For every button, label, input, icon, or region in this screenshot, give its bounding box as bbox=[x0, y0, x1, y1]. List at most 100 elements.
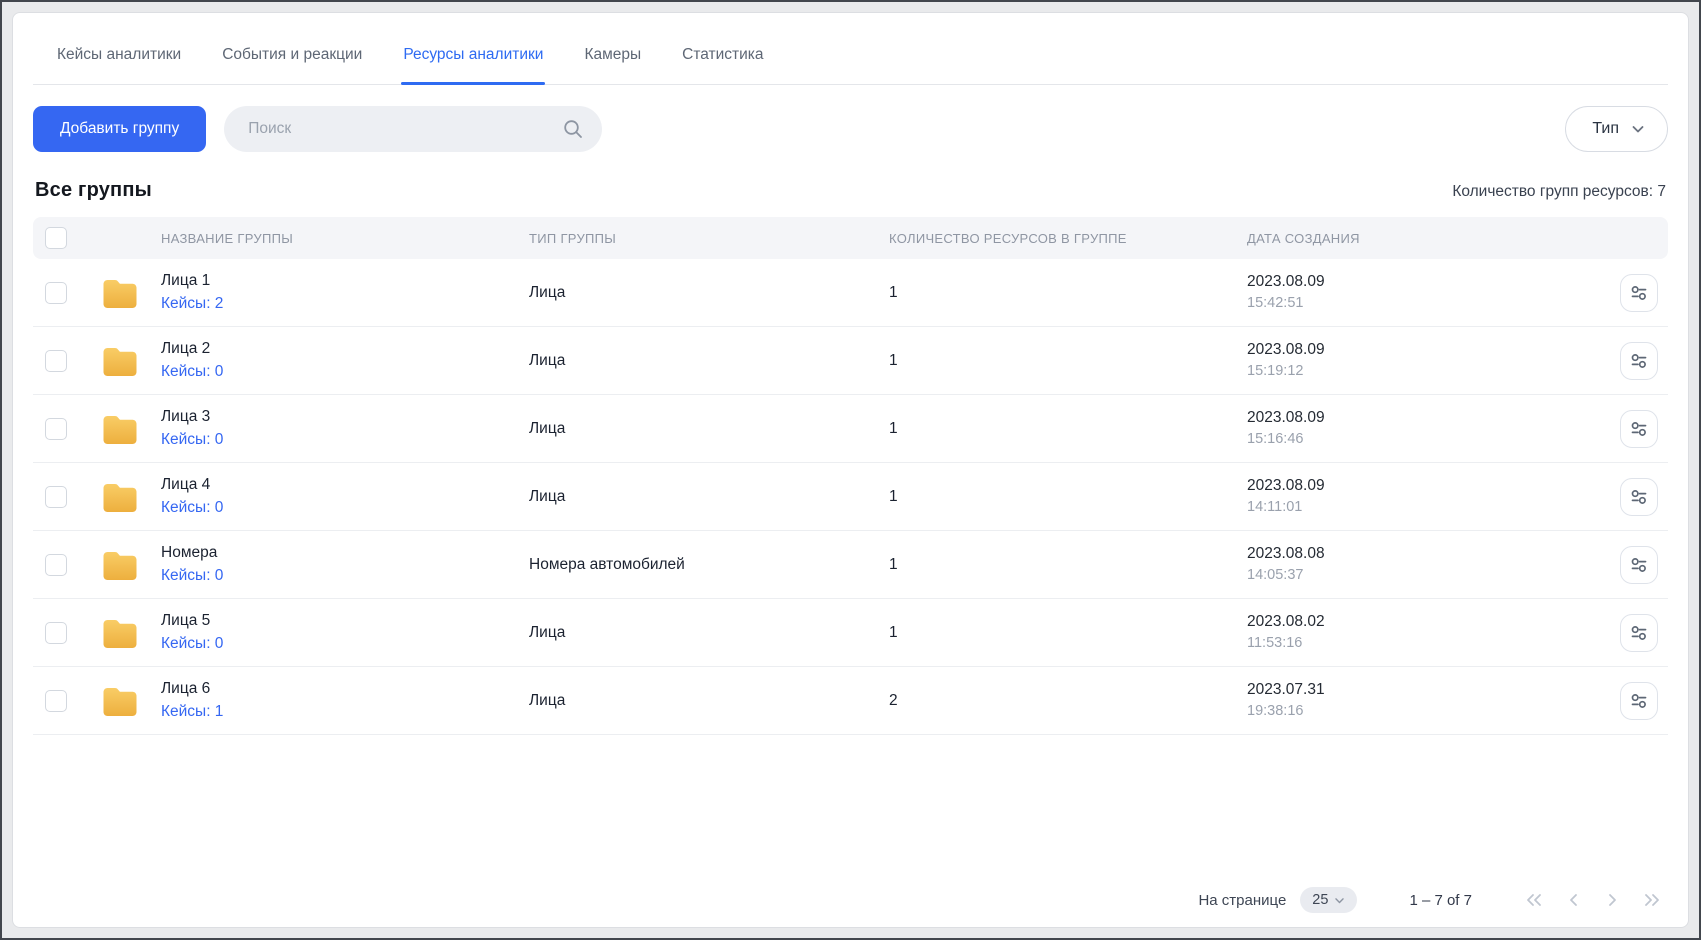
created-time: 14:05:37 bbox=[1247, 565, 1610, 586]
created-date: 2023.07.31 bbox=[1247, 679, 1610, 701]
row-settings-button[interactable] bbox=[1620, 342, 1658, 380]
created-time: 14:11:01 bbox=[1247, 497, 1610, 518]
type-filter-label: Тип bbox=[1592, 120, 1619, 138]
table-row: Лица 1 Кейсы: 2 Лица 1 2023.08.09 15:42:… bbox=[33, 259, 1668, 327]
per-page-value: 25 bbox=[1312, 892, 1328, 908]
group-name: Лица 3 bbox=[161, 406, 529, 428]
folder-icon bbox=[102, 278, 138, 308]
folder-icon bbox=[102, 618, 138, 648]
group-type: Лица bbox=[529, 692, 889, 710]
row-checkbox[interactable] bbox=[45, 622, 67, 644]
created-time: 15:16:46 bbox=[1247, 429, 1610, 450]
chevron-left-icon bbox=[1566, 892, 1582, 908]
tab-statistics[interactable]: Статистика bbox=[682, 27, 763, 84]
group-cases-link[interactable]: Кейсы: 0 bbox=[161, 361, 529, 383]
search-input[interactable] bbox=[248, 120, 562, 138]
table-row: Лица 2 Кейсы: 0 Лица 1 2023.08.09 15:19:… bbox=[33, 327, 1668, 395]
tab-events-reactions[interactable]: События и реакции bbox=[222, 27, 362, 84]
table-header: НАЗВАНИЕ ГРУППЫ ТИП ГРУППЫ КОЛИЧЕСТВО РЕ… bbox=[33, 217, 1668, 259]
resource-count: 1 bbox=[889, 488, 1247, 506]
group-cases-link[interactable]: Кейсы: 0 bbox=[161, 633, 529, 655]
select-all-checkbox[interactable] bbox=[45, 227, 67, 249]
group-name: Лица 1 bbox=[161, 270, 529, 292]
tab-analytics-cases[interactable]: Кейсы аналитики bbox=[57, 27, 181, 84]
sliders-icon bbox=[1629, 419, 1649, 439]
group-cases-link[interactable]: Кейсы: 0 bbox=[161, 429, 529, 451]
group-name: Лица 2 bbox=[161, 338, 529, 360]
row-checkbox[interactable] bbox=[45, 418, 67, 440]
sliders-icon bbox=[1629, 283, 1649, 303]
group-cases-link[interactable]: Кейсы: 2 bbox=[161, 293, 529, 315]
folder-icon bbox=[102, 482, 138, 512]
app-window: Кейсы аналитики События и реакции Ресурс… bbox=[0, 0, 1701, 940]
page-range-label: 1 – 7 of 7 bbox=[1409, 892, 1472, 909]
group-type: Лица bbox=[529, 420, 889, 438]
row-checkbox[interactable] bbox=[45, 282, 67, 304]
created-date: 2023.08.09 bbox=[1247, 475, 1610, 497]
sliders-icon bbox=[1629, 351, 1649, 371]
next-page-button[interactable] bbox=[1604, 892, 1620, 908]
resource-count: 1 bbox=[889, 284, 1247, 302]
add-group-button[interactable]: Добавить группу bbox=[33, 106, 206, 152]
created-time: 11:53:16 bbox=[1247, 633, 1610, 654]
table-row: Лица 5 Кейсы: 0 Лица 1 2023.08.02 11:53:… bbox=[33, 599, 1668, 667]
row-checkbox[interactable] bbox=[45, 350, 67, 372]
row-settings-button[interactable] bbox=[1620, 546, 1658, 584]
row-settings-button[interactable] bbox=[1620, 682, 1658, 720]
double-chevron-left-icon bbox=[1524, 892, 1544, 908]
toolbar: Добавить группу Тип bbox=[13, 85, 1688, 152]
section-head: Все группы Количество групп ресурсов: 7 bbox=[13, 152, 1688, 217]
row-checkbox[interactable] bbox=[45, 690, 67, 712]
row-settings-button[interactable] bbox=[1620, 478, 1658, 516]
tab-analytics-resources[interactable]: Ресурсы аналитики bbox=[403, 27, 543, 84]
row-checkbox[interactable] bbox=[45, 486, 67, 508]
group-cases-link[interactable]: Кейсы: 0 bbox=[161, 565, 529, 587]
col-group-name: НАЗВАНИЕ ГРУППЫ bbox=[161, 231, 529, 246]
resource-count: 1 bbox=[889, 624, 1247, 642]
chevron-down-icon bbox=[1334, 895, 1345, 906]
group-name: Номера bbox=[161, 542, 529, 564]
resource-count: 1 bbox=[889, 420, 1247, 438]
chevron-down-icon bbox=[1631, 122, 1645, 136]
group-cases-link[interactable]: Кейсы: 0 bbox=[161, 497, 529, 519]
tabs-bar: Кейсы аналитики События и реакции Ресурс… bbox=[33, 27, 1668, 85]
table-row: Лица 4 Кейсы: 0 Лица 1 2023.08.09 14:11:… bbox=[33, 463, 1668, 531]
chevron-right-icon bbox=[1604, 892, 1620, 908]
group-type: Лица bbox=[529, 488, 889, 506]
col-resource-count: КОЛИЧЕСТВО РЕСУРСОВ В ГРУППЕ bbox=[889, 231, 1247, 246]
pager-controls bbox=[1524, 892, 1662, 908]
created-date: 2023.08.02 bbox=[1247, 611, 1610, 633]
created-time: 19:38:16 bbox=[1247, 701, 1610, 722]
groups-table: НАЗВАНИЕ ГРУППЫ ТИП ГРУППЫ КОЛИЧЕСТВО РЕ… bbox=[33, 217, 1668, 735]
prev-page-button[interactable] bbox=[1566, 892, 1582, 908]
group-type: Номера автомобилей bbox=[529, 556, 889, 574]
double-chevron-right-icon bbox=[1642, 892, 1662, 908]
col-group-type: ТИП ГРУППЫ bbox=[529, 231, 889, 246]
row-settings-button[interactable] bbox=[1620, 410, 1658, 448]
search-icon[interactable] bbox=[562, 118, 584, 140]
row-checkbox[interactable] bbox=[45, 554, 67, 576]
folder-icon bbox=[102, 414, 138, 444]
group-name: Лица 4 bbox=[161, 474, 529, 496]
row-settings-button[interactable] bbox=[1620, 614, 1658, 652]
tab-cameras[interactable]: Камеры bbox=[584, 27, 641, 84]
created-date: 2023.08.09 bbox=[1247, 407, 1610, 429]
created-date: 2023.08.09 bbox=[1247, 339, 1610, 361]
group-name: Лица 5 bbox=[161, 610, 529, 632]
first-page-button[interactable] bbox=[1524, 892, 1544, 908]
per-page-select[interactable]: 25 bbox=[1300, 887, 1357, 913]
search-box[interactable] bbox=[224, 106, 602, 152]
folder-icon bbox=[102, 346, 138, 376]
resource-count: 2 bbox=[889, 692, 1247, 710]
pagination-bar: На странице 25 1 – 7 of 7 bbox=[1198, 887, 1662, 913]
created-time: 15:19:12 bbox=[1247, 361, 1610, 382]
last-page-button[interactable] bbox=[1642, 892, 1662, 908]
row-settings-button[interactable] bbox=[1620, 274, 1658, 312]
created-date: 2023.08.08 bbox=[1247, 543, 1610, 565]
type-filter-dropdown[interactable]: Тип bbox=[1565, 106, 1668, 152]
created-time: 15:42:51 bbox=[1247, 293, 1610, 314]
table-row: Номера Кейсы: 0 Номера автомобилей 1 202… bbox=[33, 531, 1668, 599]
col-created-date: ДАТА СОЗДАНИЯ bbox=[1247, 231, 1610, 246]
created-date: 2023.08.09 bbox=[1247, 271, 1610, 293]
group-cases-link[interactable]: Кейсы: 1 bbox=[161, 701, 529, 723]
